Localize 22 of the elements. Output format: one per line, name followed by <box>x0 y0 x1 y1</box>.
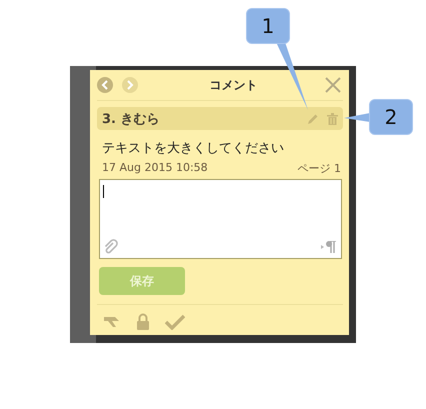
leader-line <box>344 113 370 122</box>
flag-icon[interactable] <box>103 314 121 328</box>
leader-line <box>276 42 308 110</box>
callout-label: 1 <box>246 8 290 44</box>
check-icon[interactable] <box>165 314 185 330</box>
back-button[interactable] <box>97 77 113 93</box>
paragraph-icon[interactable] <box>321 241 337 253</box>
pencil-icon[interactable] <box>307 112 319 124</box>
reply-input-field[interactable] <box>99 179 342 259</box>
author-name: 3. きむら <box>102 110 161 128</box>
trash-icon[interactable] <box>327 112 338 124</box>
text-cursor <box>103 185 104 198</box>
comment-date: 17 Aug 2015 10:58 <box>102 161 208 176</box>
panel-title: コメント <box>208 76 258 94</box>
callout-label: 2 <box>369 99 413 135</box>
close-icon[interactable] <box>325 77 341 93</box>
lock-icon[interactable] <box>136 313 150 330</box>
chevron-left-icon <box>101 80 109 90</box>
chevron-right-icon <box>126 80 134 90</box>
comment-text: テキストを大きくしてください <box>102 140 285 157</box>
page-number: ページ 1 <box>298 161 341 176</box>
paperclip-icon[interactable] <box>103 239 119 255</box>
